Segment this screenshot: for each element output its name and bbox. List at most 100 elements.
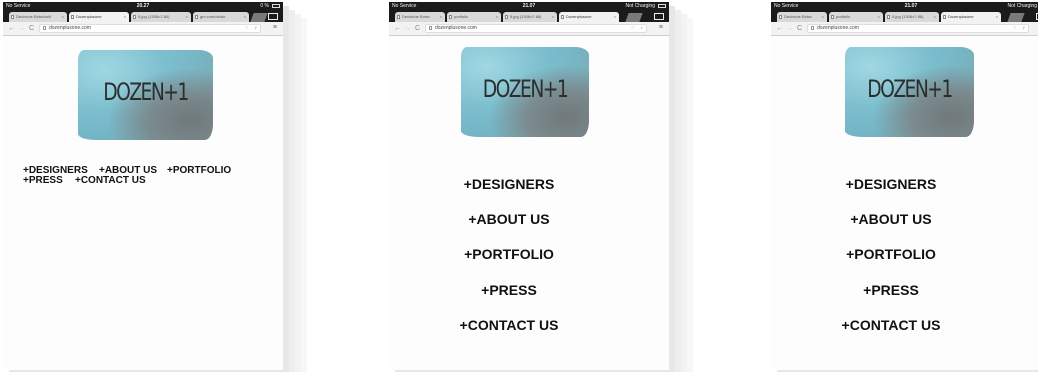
nav-designers[interactable]: +DESIGNERS (389, 176, 629, 192)
address-bar[interactable]: dozenplusone.com ☆ ♪ (807, 24, 1029, 33)
url-text: dozenplusone.com (435, 25, 477, 31)
site-logo[interactable]: DOZEN+1 (461, 47, 589, 137)
tab-title: Dozenplusone (76, 14, 102, 19)
forward-icon[interactable]: → (404, 24, 411, 33)
battery-label: Not Charging (625, 3, 655, 9)
menu-icon[interactable]: ≡ (273, 23, 277, 32)
close-icon[interactable]: × (440, 12, 442, 22)
tab-strip: Deutsche Botschaft × Dozenplusone × 5.jp… (3, 10, 283, 22)
site-logo[interactable]: DOZEN+1 (845, 47, 974, 137)
tab-title: Deutsche Botsc (402, 14, 431, 19)
page-icon (811, 26, 814, 30)
status-bar: No Service 21.07 Not Charging (771, 2, 1038, 10)
star-icon[interactable]: ☆ (245, 25, 249, 32)
star-icon[interactable]: ☆ (631, 25, 635, 32)
nav-press[interactable]: +PRESS (389, 282, 629, 298)
nav-contact-us[interactable]: +CONTACT US (771, 317, 1011, 333)
back-icon[interactable]: ← (8, 24, 15, 33)
status-bar: No Service 21.07 Not Charging (389, 2, 669, 10)
page-icon (43, 26, 46, 30)
browser-tab-active[interactable]: Dozenplusone × (69, 12, 129, 22)
ipad-screen-2: No Service 21.07 Not Charging Deutsche B… (389, 2, 669, 370)
site-logo[interactable]: DOZEN+1 (78, 50, 213, 140)
forward-icon[interactable]: → (786, 24, 793, 33)
new-tab-button[interactable] (250, 13, 268, 22)
browser-tab[interactable]: 5.jpg (1308×2 80) × (131, 12, 191, 22)
nav-press[interactable]: +PRESS (23, 176, 63, 186)
page-icon (11, 15, 14, 19)
browser-tab-active[interactable]: Dozenplusone × (559, 12, 619, 22)
url-text: dozenplusone.com (49, 25, 91, 31)
back-icon[interactable]: ← (776, 24, 783, 33)
star-icon[interactable]: ☆ (1013, 25, 1017, 32)
nav-press[interactable]: +PRESS (771, 282, 1011, 298)
battery-icon (272, 4, 280, 8)
close-icon[interactable]: × (934, 12, 936, 22)
close-icon[interactable]: × (996, 12, 998, 22)
browser-toolbar: ← → C dozenplusone.com ☆ ♪ ≡ (389, 22, 669, 36)
browser-tab[interactable]: gm.com/dotdo × (193, 12, 249, 22)
tab-title: portfolio (454, 14, 469, 19)
logo-text: DOZEN+1 (482, 75, 569, 103)
clock: 20.27 (136, 3, 150, 9)
close-icon[interactable]: × (62, 12, 64, 22)
page-icon (943, 15, 946, 19)
tabs-overview-icon[interactable] (654, 13, 664, 20)
browser-tab[interactable]: 5.jpg (1308×2 88) × (885, 12, 939, 22)
mic-icon[interactable]: ♪ (641, 25, 644, 32)
page-icon (397, 15, 400, 19)
page-icon (195, 15, 198, 19)
nav-portfolio[interactable]: +PORTFOLIO (771, 246, 1011, 262)
browser-tab[interactable]: Deutsche Botschaft × (9, 12, 67, 22)
mic-icon[interactable]: ♪ (255, 25, 258, 32)
browser-tab[interactable]: portfolio × (447, 12, 501, 22)
browser-tab[interactable]: Deutsche Botsc × (395, 12, 445, 22)
forward-icon[interactable]: → (18, 24, 25, 33)
close-icon[interactable]: × (614, 12, 616, 22)
nav-contact-us[interactable]: +CONTACT US (389, 317, 629, 333)
back-icon[interactable]: ← (394, 24, 401, 33)
close-icon[interactable]: × (244, 12, 246, 22)
browser-tab[interactable]: Deutsche Botsc × (777, 12, 827, 22)
menu-icon[interactable]: ≡ (659, 23, 663, 32)
tab-strip: Deutsche Botsc × portfolio × 5.jpg (1308… (771, 10, 1038, 22)
tabs-overview-icon[interactable] (268, 13, 278, 20)
page-icon (71, 15, 74, 19)
address-bar[interactable]: dozenplusone.com ☆ ♪ (425, 24, 647, 33)
nav-portfolio[interactable]: +PORTFOLIO (389, 246, 629, 262)
nav-contact-us[interactable]: +CONTACT US (75, 176, 146, 186)
close-icon[interactable]: × (552, 12, 554, 22)
page-icon (133, 15, 136, 19)
tab-title: 5.jpg (1308×2 80) (138, 14, 170, 19)
close-icon[interactable]: × (496, 12, 498, 22)
browser-tab-active[interactable]: Dozenplusone × (941, 12, 1001, 22)
url-text: dozenplusone.com (817, 25, 859, 31)
nav-about-us[interactable]: +ABOUT US (389, 211, 629, 227)
page-icon (429, 26, 432, 30)
reload-icon[interactable]: C (29, 24, 34, 33)
screenshot-comparison: No Service 20.27 0 % Deutsche Botschaft … (0, 0, 1038, 372)
browser-tab[interactable]: portfolio × (829, 12, 883, 22)
close-icon[interactable]: × (878, 12, 880, 22)
tab-title: gm.com/dotdo (200, 14, 226, 19)
tab-title: 5.jpg (1308×2 88) (892, 14, 924, 19)
close-icon[interactable]: × (822, 12, 824, 22)
address-bar[interactable]: dozenplusone.com ☆ ♪ (39, 24, 261, 33)
nav-portfolio[interactable]: +PORTFOLIO (167, 166, 231, 176)
tab-title: Deutsche Botsc (784, 14, 813, 19)
ipad-screen-3: No Service 21.07 Not Charging Deutsche B… (771, 2, 1038, 370)
tab-title: Deutsche Botschaft (16, 14, 51, 19)
reload-icon[interactable]: C (797, 24, 802, 33)
new-tab-button[interactable] (1007, 13, 1025, 22)
mic-icon[interactable]: ♪ (1023, 25, 1026, 32)
new-tab-button[interactable] (625, 13, 643, 22)
page-icon (449, 15, 452, 19)
ipad-screen-1: No Service 20.27 0 % Deutsche Botschaft … (3, 2, 283, 370)
close-icon[interactable]: × (124, 12, 126, 22)
reload-icon[interactable]: C (415, 24, 420, 33)
browser-tab[interactable]: 5.jpg (1308×2 88) × (503, 12, 557, 22)
nav-about-us[interactable]: +ABOUT US (771, 211, 1011, 227)
browser-toolbar: ← → C dozenplusone.com ☆ ♪ ≡ (771, 22, 1038, 36)
close-icon[interactable]: × (186, 12, 188, 22)
nav-designers[interactable]: +DESIGNERS (771, 176, 1011, 192)
